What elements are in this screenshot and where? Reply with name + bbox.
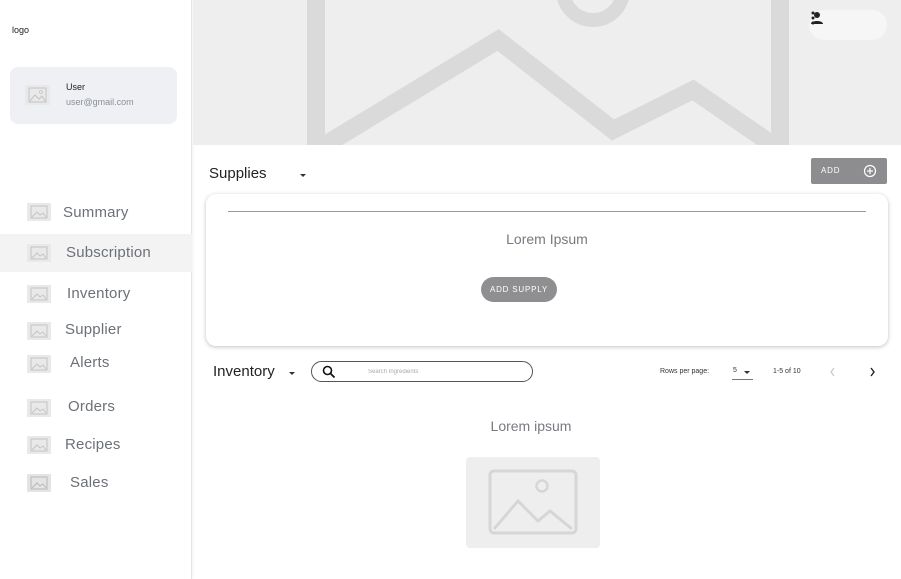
pagination-range: 1-5 of 10 — [773, 368, 801, 375]
supplies-empty-text: Lorem Ipsum — [506, 231, 588, 247]
image-icon — [27, 203, 51, 221]
chevron-down-icon — [744, 371, 750, 374]
image-placeholder-icon — [488, 469, 578, 535]
divider — [228, 211, 866, 212]
add-button-label: ADD — [821, 166, 841, 175]
sidebar-item-inventory[interactable]: Inventory — [0, 275, 192, 313]
user-email: user@gmail.com — [66, 97, 134, 107]
avatar-image-icon — [25, 85, 50, 105]
search-input[interactable] — [368, 365, 518, 379]
add-button[interactable]: ADD — [811, 158, 887, 184]
rows-per-page-label: Rows per page: — [660, 368, 710, 375]
sidebar-item-subscription[interactable]: Subscription — [0, 234, 192, 272]
add-circle-icon — [863, 164, 877, 178]
add-supply-button[interactable]: ADD SUPPLY — [481, 277, 557, 302]
image-icon — [27, 244, 51, 262]
user-name: User — [66, 82, 86, 92]
image-icon — [27, 399, 51, 417]
rows-per-page-select[interactable]: 5 — [732, 365, 753, 380]
sidebar-item-sales[interactable]: Sales — [0, 464, 192, 502]
sidebar-item-label: Inventory — [67, 285, 131, 302]
sidebar-item-label: Orders — [68, 398, 116, 415]
image-icon — [27, 474, 51, 492]
image-icon — [27, 285, 51, 303]
supplies-card: Lorem Ipsum ADD SUPPLY — [206, 194, 888, 346]
chevron-right-icon[interactable] — [868, 367, 876, 377]
image-placeholder-icon — [307, 0, 789, 145]
supplies-dropdown-icon[interactable] — [300, 174, 306, 177]
image-icon — [27, 322, 51, 340]
sidebar-item-label: Summary — [63, 204, 129, 221]
sidebar: logo User user@gmail.com Summary Subscri… — [0, 0, 192, 579]
inventory-dropdown-icon[interactable] — [289, 372, 295, 375]
inventory-empty-text: Lorem ipsum — [490, 418, 572, 434]
image-icon — [27, 436, 51, 454]
image-icon — [27, 355, 51, 373]
sidebar-item-alerts[interactable]: Alerts — [0, 345, 192, 383]
sidebar-item-summary[interactable]: Summary — [0, 193, 192, 231]
hero-image-placeholder — [193, 0, 901, 145]
sidebar-item-label: Supplier — [65, 321, 122, 338]
chevron-left-icon[interactable] — [829, 367, 837, 377]
rows-per-page-value: 5 — [733, 367, 737, 374]
sidebar-item-label: Sales — [70, 474, 109, 491]
sidebar-item-label: Recipes — [65, 436, 121, 453]
search-field[interactable] — [311, 361, 533, 382]
sidebar-item-label: Alerts — [70, 354, 110, 371]
inventory-image-placeholder — [466, 457, 600, 548]
sidebar-item-recipes[interactable]: Recipes — [0, 426, 192, 464]
sidebar-item-label: Subscription — [66, 244, 151, 261]
supplies-title: Supplies — [209, 165, 267, 182]
inventory-title: Inventory — [213, 363, 275, 380]
user-card[interactable]: User user@gmail.com — [10, 67, 177, 124]
sidebar-item-orders[interactable]: Orders — [0, 389, 192, 427]
logo: logo — [12, 25, 30, 35]
more-vertical-icon[interactable] — [809, 10, 817, 26]
header-actions — [809, 10, 887, 40]
search-icon — [322, 365, 336, 379]
